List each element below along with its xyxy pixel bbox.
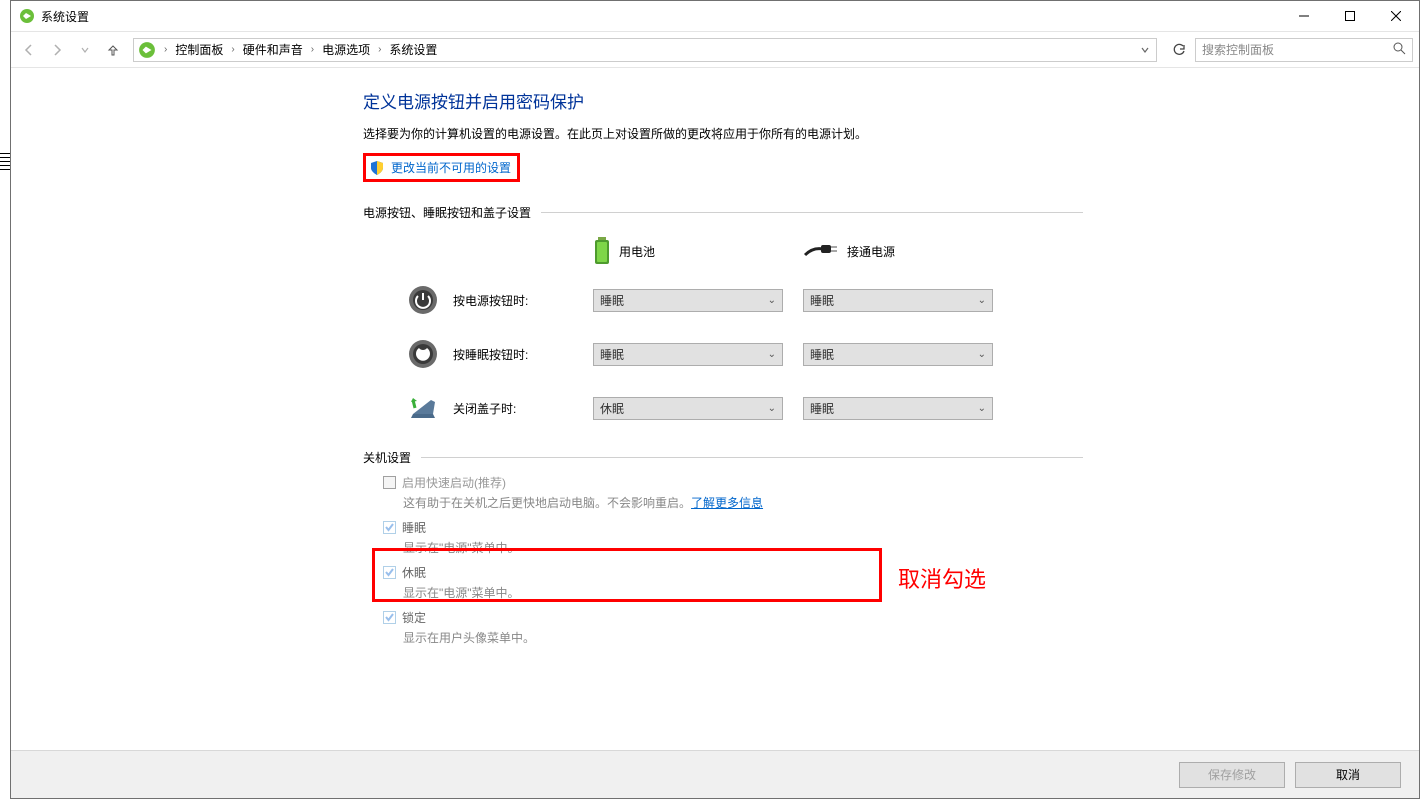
plug-icon: [803, 243, 839, 259]
hibernate-title: 休眠: [402, 564, 426, 581]
fast-startup-sub: 这有助于在关机之后更快地启动电脑。不会影响重启。了解更多信息: [403, 494, 1083, 511]
titlebar: 系统设置: [11, 1, 1419, 32]
lock-checkbox[interactable]: [383, 611, 396, 624]
chevron-down-icon: ⌄: [768, 403, 776, 414]
search-placeholder: 搜索控制面板: [1202, 41, 1274, 58]
external-edge-marks: [0, 150, 10, 190]
refresh-button[interactable]: [1167, 38, 1191, 62]
section-buttons-label: 电源按钮、睡眠按钮和盖子设置: [363, 204, 1083, 221]
lid-battery-select[interactable]: 休眠⌄: [593, 397, 783, 420]
minimize-button[interactable]: [1281, 1, 1327, 31]
column-battery: 用电池: [593, 237, 803, 265]
sleep-item: 睡眠 显示在"电源"菜单中。: [383, 519, 1083, 556]
back-button[interactable]: [17, 38, 41, 62]
breadcrumb-item[interactable]: 电源选项: [320, 41, 372, 58]
section-shutdown-label: 关机设置: [363, 449, 1083, 466]
row-label: 按睡眠按钮时:: [453, 346, 593, 363]
fast-startup-title: 启用快速启动(推荐): [402, 474, 506, 491]
app-icon: [19, 8, 35, 24]
row-lid-close: 关闭盖子时: 休眠⌄ 睡眠⌄: [393, 381, 1083, 435]
chevron-right-icon: ›: [307, 44, 318, 55]
sleep-checkbox[interactable]: [383, 521, 396, 534]
power-battery-select[interactable]: 睡眠⌄: [593, 289, 783, 312]
row-sleep-button: 按睡眠按钮时: 睡眠⌄ 睡眠⌄: [393, 327, 1083, 381]
sleep-battery-select[interactable]: 睡眠⌄: [593, 343, 783, 366]
row-label: 关闭盖子时:: [453, 400, 593, 417]
recent-button[interactable]: [73, 38, 97, 62]
cancel-button[interactable]: 取消: [1295, 762, 1401, 788]
lid-plugged-select[interactable]: 睡眠⌄: [803, 397, 993, 420]
window-title: 系统设置: [41, 8, 89, 25]
chevron-right-icon: ›: [227, 44, 238, 55]
breadcrumb[interactable]: › 控制面板 › 硬件和声音 › 电源选项 › 系统设置: [133, 38, 1157, 62]
fast-startup-item: 启用快速启动(推荐) 这有助于在关机之后更快地启动电脑。不会影响重启。了解更多信…: [383, 474, 1083, 511]
sleep-title: 睡眠: [402, 519, 426, 536]
maximize-button[interactable]: [1327, 1, 1373, 31]
lock-item: 锁定 显示在用户头像菜单中。: [383, 609, 1083, 646]
breadcrumb-dropdown[interactable]: [1140, 45, 1154, 55]
lock-sub: 显示在用户头像菜单中。: [403, 629, 1083, 646]
power-plugged-select[interactable]: 睡眠⌄: [803, 289, 993, 312]
chevron-down-icon: ⌄: [978, 349, 986, 360]
power-button-icon: [407, 284, 439, 316]
hibernate-checkbox[interactable]: [383, 566, 396, 579]
window-frame: 系统设置 › 控制面板 › 硬件和声音 › 电源选项 › 系统设置 搜索控制面板: [10, 0, 1420, 799]
chevron-down-icon: ⌄: [978, 403, 986, 414]
shutdown-settings-list: 启用快速启动(推荐) 这有助于在关机之后更快地启动电脑。不会影响重启。了解更多信…: [383, 474, 1083, 646]
shield-icon: [369, 160, 385, 176]
breadcrumb-item[interactable]: 控制面板: [173, 41, 225, 58]
search-icon: [1393, 42, 1406, 58]
breadcrumb-item[interactable]: 系统设置: [387, 41, 439, 58]
row-label: 按电源按钮时:: [453, 292, 593, 309]
column-plugged: 接通电源: [803, 243, 1013, 260]
chevron-down-icon: ⌄: [768, 295, 776, 306]
breadcrumb-item[interactable]: 硬件和声音: [241, 41, 305, 58]
battery-icon: [593, 237, 611, 265]
page-heading: 定义电源按钮并启用密码保护: [363, 88, 1083, 113]
save-button[interactable]: 保存修改: [1179, 762, 1285, 788]
change-unavailable-settings-link[interactable]: 更改当前不可用的设置: [391, 159, 511, 176]
page-description: 选择要为你的计算机设置的电源设置。在此页上对设置所做的更改将应用于你所有的电源计…: [363, 125, 1083, 143]
chevron-right-icon: ›: [160, 44, 171, 55]
sleep-sub: 显示在"电源"菜单中。: [403, 539, 1083, 556]
chevron-down-icon: ⌄: [978, 295, 986, 306]
fast-startup-checkbox[interactable]: [383, 476, 396, 489]
row-power-button: 按电源按钮时: 睡眠⌄ 睡眠⌄: [393, 273, 1083, 327]
learn-more-link[interactable]: 了解更多信息: [691, 496, 763, 510]
up-button[interactable]: [101, 38, 125, 62]
content-area: 定义电源按钮并启用密码保护 选择要为你的计算机设置的电源设置。在此页上对设置所做…: [11, 68, 1419, 798]
sleep-button-icon: [407, 338, 439, 370]
laptop-lid-icon: [407, 392, 439, 424]
chevron-right-icon: ›: [374, 44, 385, 55]
annotation-text: 取消勾选: [898, 562, 986, 594]
chevron-down-icon: ⌄: [768, 349, 776, 360]
change-settings-highlight: 更改当前不可用的设置: [363, 153, 520, 182]
search-input[interactable]: 搜索控制面板: [1195, 38, 1413, 62]
sleep-plugged-select[interactable]: 睡眠⌄: [803, 343, 993, 366]
forward-button[interactable]: [45, 38, 69, 62]
footer-bar: 保存修改 取消: [11, 750, 1419, 798]
breadcrumb-icon: [138, 41, 156, 59]
power-settings-table: 用电池 接通电源 按电源按钮时: 睡眠⌄ 睡眠⌄ 按睡眠按钮时:: [393, 229, 1083, 435]
lock-title: 锁定: [402, 609, 426, 626]
address-bar: › 控制面板 › 硬件和声音 › 电源选项 › 系统设置 搜索控制面板: [11, 32, 1419, 68]
close-button[interactable]: [1373, 1, 1419, 31]
